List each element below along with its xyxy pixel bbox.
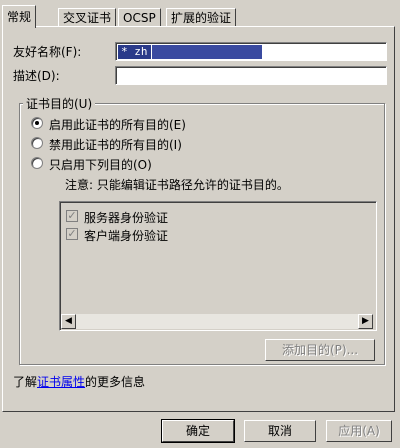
friendly-name-label: 友好名称(F): — [13, 45, 82, 59]
ok-button[interactable]: 确定 — [161, 419, 235, 443]
purposes-group-title: 证书目的(U) — [23, 95, 96, 112]
tab-extended-validation[interactable]: 扩展的验证 — [166, 8, 237, 27]
tab-cross-certificates[interactable]: 交叉证书 — [58, 8, 117, 27]
tab-panel-general: 友好名称(F): * zh 描述(D): 证书目的(U) 启用此证书的所有目的(… — [2, 26, 395, 412]
tab-general[interactable]: 常规 — [2, 5, 37, 28]
radio-disable-all[interactable] — [31, 137, 43, 149]
check-icon: ✓ — [67, 227, 77, 240]
radio-enable-all[interactable] — [31, 117, 43, 129]
scroll-left-icon[interactable]: ◀ — [61, 314, 76, 329]
purpose-server-auth-label: 服务器身份验证 — [84, 211, 169, 225]
apply-button[interactable]: 应用(A) — [326, 420, 392, 442]
description-label: 描述(D): — [13, 69, 60, 83]
friendly-name-field[interactable]: * zh — [115, 42, 387, 61]
check-server-auth[interactable]: ✓ — [66, 210, 78, 222]
certificate-properties-link[interactable]: 证书属性 — [37, 375, 85, 389]
learn-more-text: 了解证书属性的更多信息 — [13, 373, 145, 390]
radio-disable-all-label[interactable]: 禁用此证书的所有目的(I) — [49, 136, 182, 153]
radio-enable-selected[interactable] — [31, 157, 43, 169]
learn-more-prefix: 了解 — [13, 375, 38, 389]
check-client-auth[interactable]: ✓ — [66, 228, 78, 240]
horizontal-scrollbar[interactable] — [61, 314, 373, 329]
cancel-button[interactable]: 取消 — [244, 420, 316, 442]
add-purpose-button[interactable]: 添加目的(P)... — [265, 339, 375, 361]
purposes-note: 注意: 只能编辑证书路径允许的证书目的。 — [65, 178, 289, 192]
radio-enable-all-label[interactable]: 启用此证书的所有目的(E) — [49, 116, 186, 133]
check-icon: ✓ — [67, 209, 77, 222]
description-field[interactable] — [115, 66, 387, 85]
radio-enable-selected-label[interactable]: 只启用下列目的(O) — [49, 156, 152, 173]
selection-highlight — [152, 45, 262, 59]
learn-more-suffix: 的更多信息 — [85, 375, 146, 389]
scroll-right-icon[interactable]: ▶ — [358, 314, 373, 329]
purposes-list[interactable]: ✓ 服务器身份验证 ✓ 客户端身份验证 ◀ ▶ — [59, 201, 377, 331]
tab-ocsp[interactable]: OCSP — [118, 8, 161, 27]
friendly-name-value: * zh — [118, 45, 151, 59]
purpose-client-auth-label: 客户端身份验证 — [84, 229, 169, 243]
